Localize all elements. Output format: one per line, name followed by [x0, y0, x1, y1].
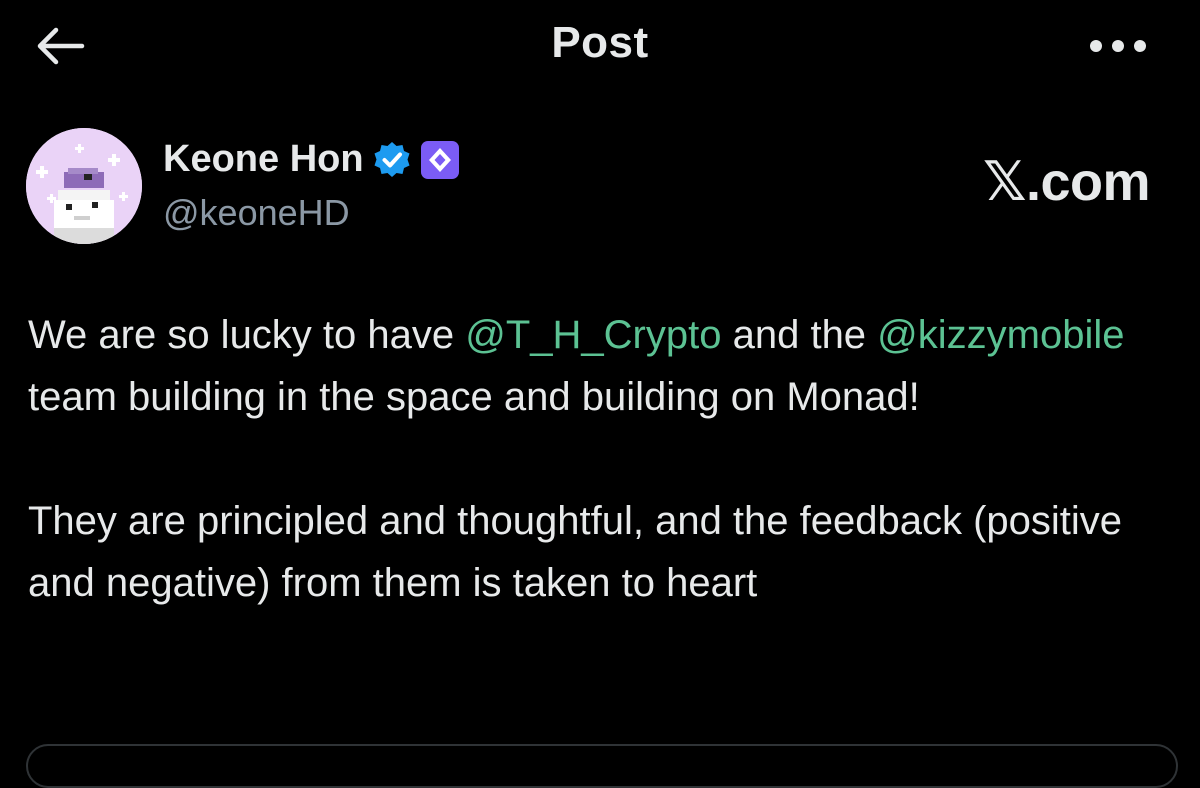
watermark-logo: 𝕏.com [982, 152, 1151, 212]
text-segment: and the [721, 313, 878, 357]
more-options-button[interactable] [1088, 26, 1148, 66]
text-segment: We are so lucky to have [28, 313, 466, 357]
page-title: Post [551, 18, 649, 67]
post-paragraph: We are so lucky to have @T_H_Crypto and … [28, 304, 1168, 428]
more-horizontal-icon [1090, 40, 1146, 52]
pixel-character-avatar-icon [26, 128, 142, 244]
mention-link[interactable]: @kizzymobile [877, 313, 1124, 357]
post-paragraph: They are principled and thoughtful, and … [28, 499, 1123, 605]
text-segment: team building in the space and building … [28, 375, 920, 419]
mention-link[interactable]: @T_H_Crypto [465, 313, 721, 357]
embedded-card[interactable] [26, 744, 1178, 788]
name-row: Keone Hon [163, 138, 460, 181]
affiliate-badge-icon[interactable] [420, 140, 460, 180]
verified-badge-icon[interactable] [372, 140, 412, 180]
user-handle[interactable]: @keoneHD [163, 192, 350, 234]
post-text: We are so lucky to have @T_H_Crypto and … [28, 304, 1168, 614]
top-bar: Post [0, 0, 1200, 92]
display-name[interactable]: Keone Hon [163, 138, 364, 181]
avatar[interactable] [26, 128, 142, 244]
